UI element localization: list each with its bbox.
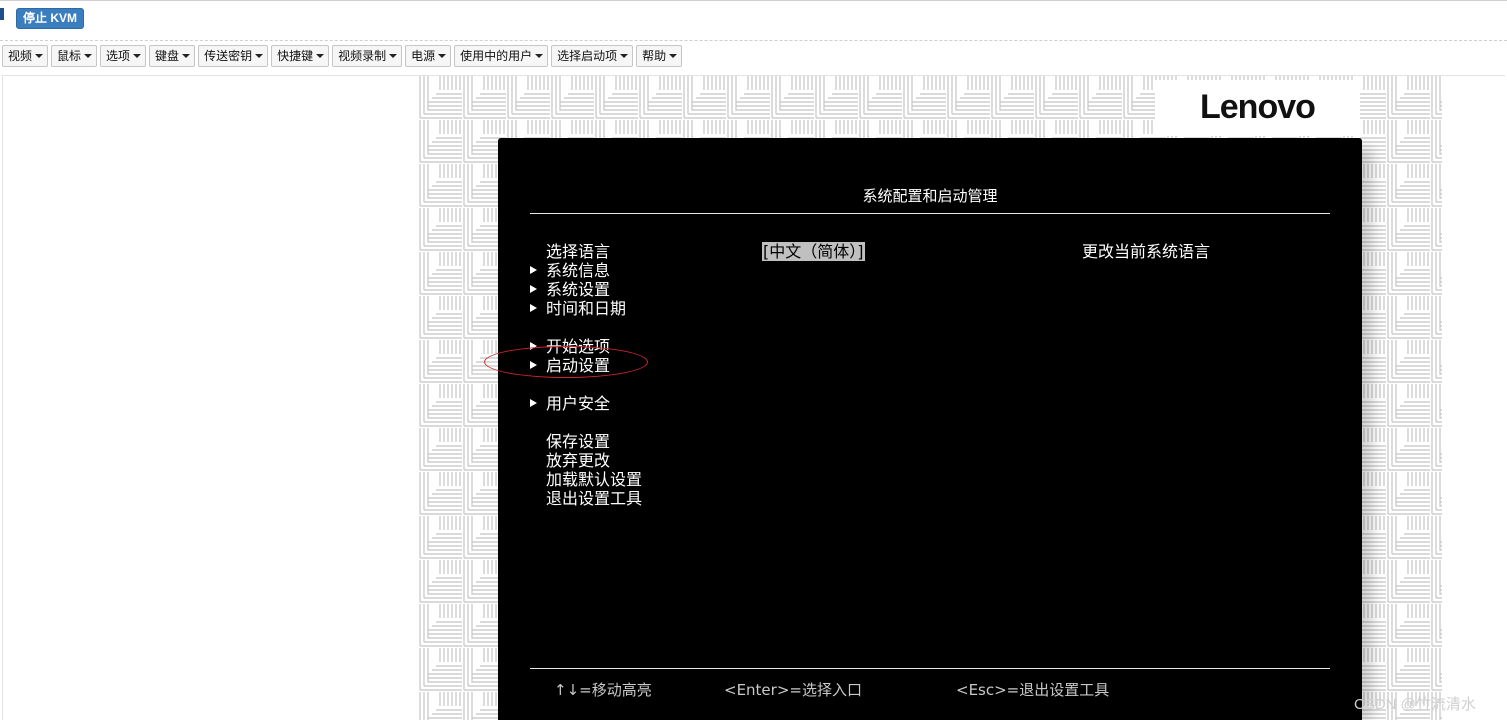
menu-hotkeys[interactable]: 快捷键 bbox=[271, 45, 330, 67]
menu-help[interactable]: 帮助 bbox=[636, 45, 683, 67]
corner-mark bbox=[0, 8, 4, 20]
menu-item-system-info[interactable]: 系统信息 bbox=[530, 261, 611, 280]
menu-keyboard[interactable]: 键盘 bbox=[149, 45, 196, 67]
menu-item-label: 退出设置工具 bbox=[546, 489, 643, 508]
caret-down-icon bbox=[535, 54, 544, 58]
footer-hint-enter: <Enter>=选择入口 bbox=[724, 681, 862, 699]
stop-kvm-button[interactable]: 停止 KVM bbox=[16, 8, 85, 29]
caret-down-icon bbox=[182, 54, 191, 58]
submenu-arrow-icon bbox=[530, 399, 537, 407]
menu-item-label: 系统信息 bbox=[546, 261, 611, 280]
menu-video[interactable]: 视频 bbox=[2, 45, 49, 67]
separator bbox=[0, 40, 1507, 41]
watermark: CSDN @竹流清水 bbox=[1354, 696, 1476, 713]
caret-down-icon bbox=[84, 54, 93, 58]
menu-label: 选项 bbox=[106, 49, 131, 63]
menu-item-label: 加载默认设置 bbox=[546, 470, 643, 489]
kvm-toolbar: 视频 鼠标 选项 键盘 传送密钥 快捷键 视频录制 电源 使用中的用户 选择启动… bbox=[2, 45, 683, 67]
menu-label: 视频录制 bbox=[338, 49, 387, 63]
caret-down-icon bbox=[255, 54, 264, 58]
footer-hint-esc: <Esc>=退出设置工具 bbox=[956, 681, 1110, 699]
menu-item-exit-setup[interactable]: 退出设置工具 bbox=[546, 489, 642, 508]
menu-item-user-security[interactable]: 用户安全 bbox=[530, 394, 611, 413]
menu-label: 鼠标 bbox=[57, 49, 82, 63]
caret-down-icon bbox=[389, 54, 398, 58]
menu-label: 键盘 bbox=[155, 49, 180, 63]
menu-item-label: 系统设置 bbox=[546, 280, 611, 299]
lenovo-logo: Lenovo bbox=[1200, 88, 1316, 126]
top-border bbox=[0, 0, 1507, 1]
bios-screen[interactable]: 系统配置和启动管理 选择语言 [中文（简体）] 更改当前系统语言 系统信息 系统… bbox=[498, 138, 1362, 720]
menu-label: 帮助 bbox=[642, 49, 667, 63]
submenu-arrow-icon bbox=[530, 266, 537, 274]
menu-item-save-settings[interactable]: 保存设置 bbox=[546, 432, 610, 451]
menu-item-date-time[interactable]: 时间和日期 bbox=[530, 299, 627, 318]
menu-label: 电源 bbox=[411, 49, 436, 63]
submenu-arrow-icon bbox=[530, 304, 537, 312]
menu-mouse[interactable]: 鼠标 bbox=[51, 45, 98, 67]
menu-item-select-language[interactable]: 选择语言 bbox=[546, 242, 610, 261]
menu-options[interactable]: 选项 bbox=[100, 45, 147, 67]
menu-label: 视频 bbox=[8, 49, 33, 63]
menu-item-label: 放弃更改 bbox=[546, 451, 611, 470]
caret-down-icon bbox=[133, 54, 142, 58]
menu-item-discard-changes[interactable]: 放弃更改 bbox=[546, 451, 610, 470]
menu-label: 快捷键 bbox=[277, 49, 314, 63]
menu-video-record[interactable]: 视频录制 bbox=[332, 45, 403, 67]
menu-item-label: 用户安全 bbox=[546, 394, 611, 413]
language-help-text: 更改当前系统语言 bbox=[1082, 242, 1211, 261]
caret-down-icon bbox=[669, 54, 678, 58]
menu-power[interactable]: 电源 bbox=[405, 45, 452, 67]
caret-down-icon bbox=[620, 54, 629, 58]
menu-label: 选择启动项 bbox=[557, 49, 618, 63]
caret-down-icon bbox=[438, 54, 447, 58]
language-value[interactable]: [中文（简体）] bbox=[762, 242, 865, 261]
footer-divider bbox=[530, 668, 1330, 669]
menu-item-label: 时间和日期 bbox=[546, 299, 627, 318]
menu-item-label: 保存设置 bbox=[546, 432, 611, 451]
page-title: 系统配置和启动管理 bbox=[862, 187, 998, 205]
menu-item-load-defaults[interactable]: 加载默认设置 bbox=[546, 470, 642, 489]
menu-label: 传送密钥 bbox=[204, 49, 253, 63]
menu-item-system-settings[interactable]: 系统设置 bbox=[530, 280, 611, 299]
menu-item-label: 选择语言 bbox=[546, 242, 611, 261]
menu-label: 使用中的用户 bbox=[460, 49, 533, 63]
caret-down-icon bbox=[316, 54, 325, 58]
footer-hint-move: ↑↓=移动高亮 bbox=[554, 681, 652, 699]
menu-send-keys[interactable]: 传送密钥 bbox=[198, 45, 269, 67]
submenu-arrow-icon bbox=[530, 285, 537, 293]
menu-boot-device[interactable]: 选择启动项 bbox=[551, 45, 634, 67]
title-divider bbox=[530, 213, 1330, 214]
highlight-ellipse bbox=[484, 346, 648, 378]
menu-active-users[interactable]: 使用中的用户 bbox=[454, 45, 549, 67]
caret-down-icon bbox=[35, 54, 44, 58]
